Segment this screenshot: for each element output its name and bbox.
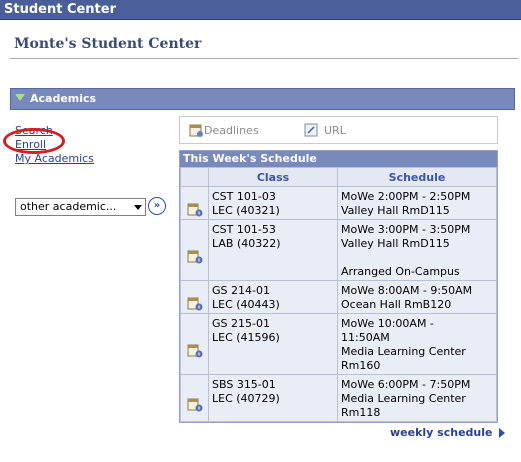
calendar-info-icon[interactable] <box>187 297 203 311</box>
header-title: Student Center <box>4 2 117 17</box>
go-button[interactable]: » <box>148 197 166 215</box>
my-academics-link[interactable]: My Academics <box>15 152 94 166</box>
collapse-triangle-icon[interactable] <box>15 94 25 101</box>
academics-section-header[interactable]: Academics <box>10 88 515 110</box>
calendar-info-icon[interactable] <box>187 398 203 412</box>
schedule-grid: Class Schedule CST 101-03 LEC (40321) Mo… <box>180 167 497 422</box>
table-row: CST 101-53 LAB (40322) MoWe 3:00PM - 3:5… <box>180 219 497 281</box>
class-cell: CST 101-53 LAB (40322) <box>208 219 338 281</box>
weekly-schedule-link[interactable]: weekly schedule <box>390 426 506 439</box>
calendar-info-icon[interactable] <box>187 203 203 217</box>
row-icon-cell[interactable] <box>180 313 209 375</box>
weekly-schedule-table: This Week's Schedule Class Schedule CST … <box>179 150 498 423</box>
play-arrow-icon <box>499 428 506 438</box>
class-cell: GS 214-01 LEC (40443) <box>208 280 338 314</box>
schedule-title: This Week's Schedule <box>180 151 497 167</box>
table-row: SBS 315-01 LEC (40729) MoWe 6:00PM - 7:5… <box>180 374 497 422</box>
calendar-info-icon[interactable] <box>187 344 203 358</box>
row-icon-cell[interactable] <box>180 374 209 422</box>
table-row: GS 215-01 LEC (41596) MoWe 10:00AM - 11:… <box>180 313 497 375</box>
deadlines-link[interactable]: Deadlines <box>204 124 259 137</box>
row-icon-cell[interactable] <box>180 280 209 314</box>
title-divider <box>10 58 518 59</box>
schedule-column-header[interactable]: Schedule <box>337 167 497 187</box>
class-cell: CST 101-03 LEC (40321) <box>208 186 338 220</box>
class-column-header[interactable]: Class <box>208 167 338 187</box>
schedule-cell: MoWe 2:00PM - 2:50PM Valley Hall RmD115 <box>337 186 497 220</box>
page-title: Monte's Student Center <box>14 36 202 52</box>
class-cell: GS 215-01 LEC (41596) <box>208 313 338 375</box>
icon-column-header <box>180 167 209 187</box>
link-icon <box>304 123 318 137</box>
schedule-cell: MoWe 3:00PM - 3:50PM Valley Hall RmD115 … <box>337 219 497 281</box>
schedule-cell: MoWe 8:00AM - 9:50AM Ocean Hall RmB120 <box>337 280 497 314</box>
double-chevron-right-icon: » <box>153 200 161 211</box>
row-icon-cell[interactable] <box>180 219 209 281</box>
calendar-info-icon[interactable] <box>187 250 203 264</box>
chevron-down-icon <box>134 205 142 210</box>
links-box: Deadlines URL <box>179 116 498 144</box>
calendar-icon <box>189 124 203 137</box>
header-bar: Student Center <box>0 0 521 20</box>
schedule-cell: MoWe 10:00AM - 11:50AM Media Learning Ce… <box>337 313 497 375</box>
other-academic-dropdown[interactable]: other academic... <box>15 198 146 216</box>
row-icon-cell[interactable] <box>180 186 209 220</box>
dropdown-value: other academic... <box>20 200 117 213</box>
url-link[interactable]: URL <box>324 124 346 137</box>
table-row: CST 101-03 LEC (40321) MoWe 2:00PM - 2:5… <box>180 186 497 220</box>
annotation-circle <box>3 128 65 154</box>
class-cell: SBS 315-01 LEC (40729) <box>208 374 338 422</box>
table-row: GS 214-01 LEC (40443) MoWe 8:00AM - 9:50… <box>180 280 497 314</box>
weekly-schedule-label: weekly schedule <box>390 426 493 439</box>
schedule-cell: MoWe 6:00PM - 7:50PM Media Learning Cent… <box>337 374 497 422</box>
section-title: Academics <box>30 92 97 105</box>
table-header-row: Class Schedule <box>180 167 497 187</box>
